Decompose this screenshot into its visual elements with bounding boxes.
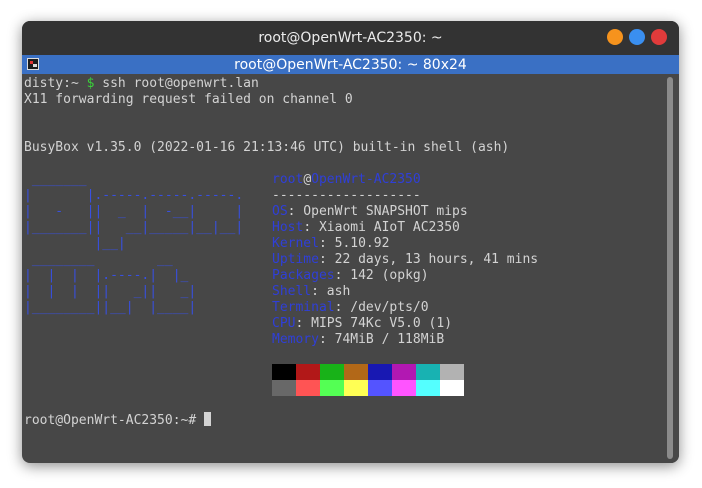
window-title: root@OpenWrt-AC2350: ~ (258, 30, 443, 46)
palette-swatch (368, 364, 392, 380)
info-row-kernel: Kernel: 5.10.92 (272, 236, 389, 252)
minimize-button[interactable] (607, 29, 623, 45)
info-label: CPU (272, 316, 296, 331)
info-value: : MIPS 74Kc V5.0 (1) (295, 316, 453, 331)
info-label: Uptime (272, 252, 319, 267)
tab-bar[interactable]: root@OpenWrt-AC2350: ~ 80x24 (22, 55, 679, 74)
palette-swatch (416, 380, 440, 396)
info-row-terminal: Terminal: /dev/pts/0 (272, 300, 429, 316)
palette-swatch (296, 380, 320, 396)
info-value: : 74MiB / 118MiB (318, 332, 445, 347)
info-value: : ash (311, 284, 351, 299)
vertical-scrollbar[interactable] (662, 74, 679, 463)
shell-prompt-line[interactable]: root@OpenWrt-AC2350:~# (24, 412, 212, 429)
scrollbar-thumb[interactable] (667, 77, 673, 459)
terminal-window: root@OpenWrt-AC2350: ~ root@OpenWrt-AC23… (22, 21, 679, 463)
info-row-shell: Shell: ash (272, 284, 350, 300)
title-bar[interactable]: root@OpenWrt-AC2350: ~ (22, 21, 679, 55)
logo-line: |__| (24, 236, 126, 251)
logo-line: | |.-----.-----.-----. (24, 188, 244, 203)
shell-prompt: root@OpenWrt-AC2350:~# (24, 413, 205, 428)
info-label: Shell (272, 284, 312, 299)
info-label: Host (272, 220, 304, 235)
info-row-host: Host: Xiaomi AIoT AC2350 (272, 220, 460, 236)
prompt-user: disty:~ (24, 76, 79, 91)
info-separator: ------------------- (272, 188, 421, 203)
close-button[interactable] (651, 29, 667, 45)
info-user: root (272, 172, 304, 187)
palette-swatch (272, 380, 296, 396)
info-row-packages: Packages: 142 (opkg) (272, 268, 429, 284)
info-row-memory: Memory: 74MiB / 118MiB (272, 332, 444, 348)
info-label: Memory (272, 332, 319, 347)
info-at: @ (303, 172, 312, 187)
palette-swatch (440, 364, 464, 380)
info-label: Packages (272, 268, 335, 283)
ssh-command-line: disty:~ $ ssh root@openwrt.lan (24, 76, 259, 92)
maximize-button[interactable] (629, 29, 645, 45)
palette-swatch (392, 380, 416, 396)
info-value: : Xiaomi AIoT AC2350 (303, 220, 460, 235)
palette-swatch (368, 380, 392, 396)
tab-title: root@OpenWrt-AC2350: ~ 80x24 (234, 57, 467, 73)
info-value: : OpenWrt SNAPSHOT mips (287, 204, 468, 219)
logo-line: _______ (24, 172, 87, 187)
info-label: Kernel (272, 236, 319, 251)
busybox-banner-line: BusyBox v1.35.0 (2022-01-16 21:13:46 UTC… (24, 140, 510, 155)
info-row-os: OS: OpenWrt SNAPSHOT mips (272, 204, 468, 220)
palette-swatch (320, 364, 344, 380)
color-palette (272, 364, 464, 396)
logo-line: |________||__| |____| (24, 300, 197, 315)
info-value: : 22 days, 13 hours, 41 mins (318, 252, 539, 267)
logo-line: | | | || _|| _| (24, 284, 197, 299)
info-row-cpu: CPU: MIPS 74Kc V5.0 (1) (272, 316, 452, 332)
palette-swatch (440, 380, 464, 396)
terminal-output[interactable]: disty:~ $ ssh root@openwrt.lan X11 forwa… (22, 74, 662, 463)
palette-swatch (320, 380, 344, 396)
prompt-sign: $ (78, 76, 95, 91)
palette-swatch (344, 380, 368, 396)
palette-swatch (272, 364, 296, 380)
info-row-uptime: Uptime: 22 days, 13 hours, 41 mins (272, 252, 538, 268)
user-host-header: root@OpenWrt-AC2350 (272, 172, 421, 188)
info-value: : 142 (opkg) (334, 268, 429, 283)
logo-line: |_______|| __|_____|__|__| (24, 220, 244, 235)
info-label: Terminal (272, 300, 335, 315)
palette-swatch (416, 364, 440, 380)
x11-warning-line: X11 forwarding request failed on channel… (24, 92, 353, 107)
info-value: : /dev/pts/0 (334, 300, 429, 315)
palette-swatch (344, 364, 368, 380)
logo-line: | | | |.----.| |_ (24, 268, 189, 283)
logo-line: | - || _ | -__| | (24, 204, 244, 219)
palette-swatch (296, 364, 320, 380)
info-value: : 5.10.92 (318, 236, 390, 251)
palette-swatch (392, 364, 416, 380)
logo-line: ________ __ (24, 252, 173, 267)
command-text: ssh root@openwrt.lan (94, 76, 259, 91)
info-host: OpenWrt-AC2350 (311, 172, 421, 187)
text-cursor (204, 412, 212, 426)
info-label: OS (272, 204, 288, 219)
